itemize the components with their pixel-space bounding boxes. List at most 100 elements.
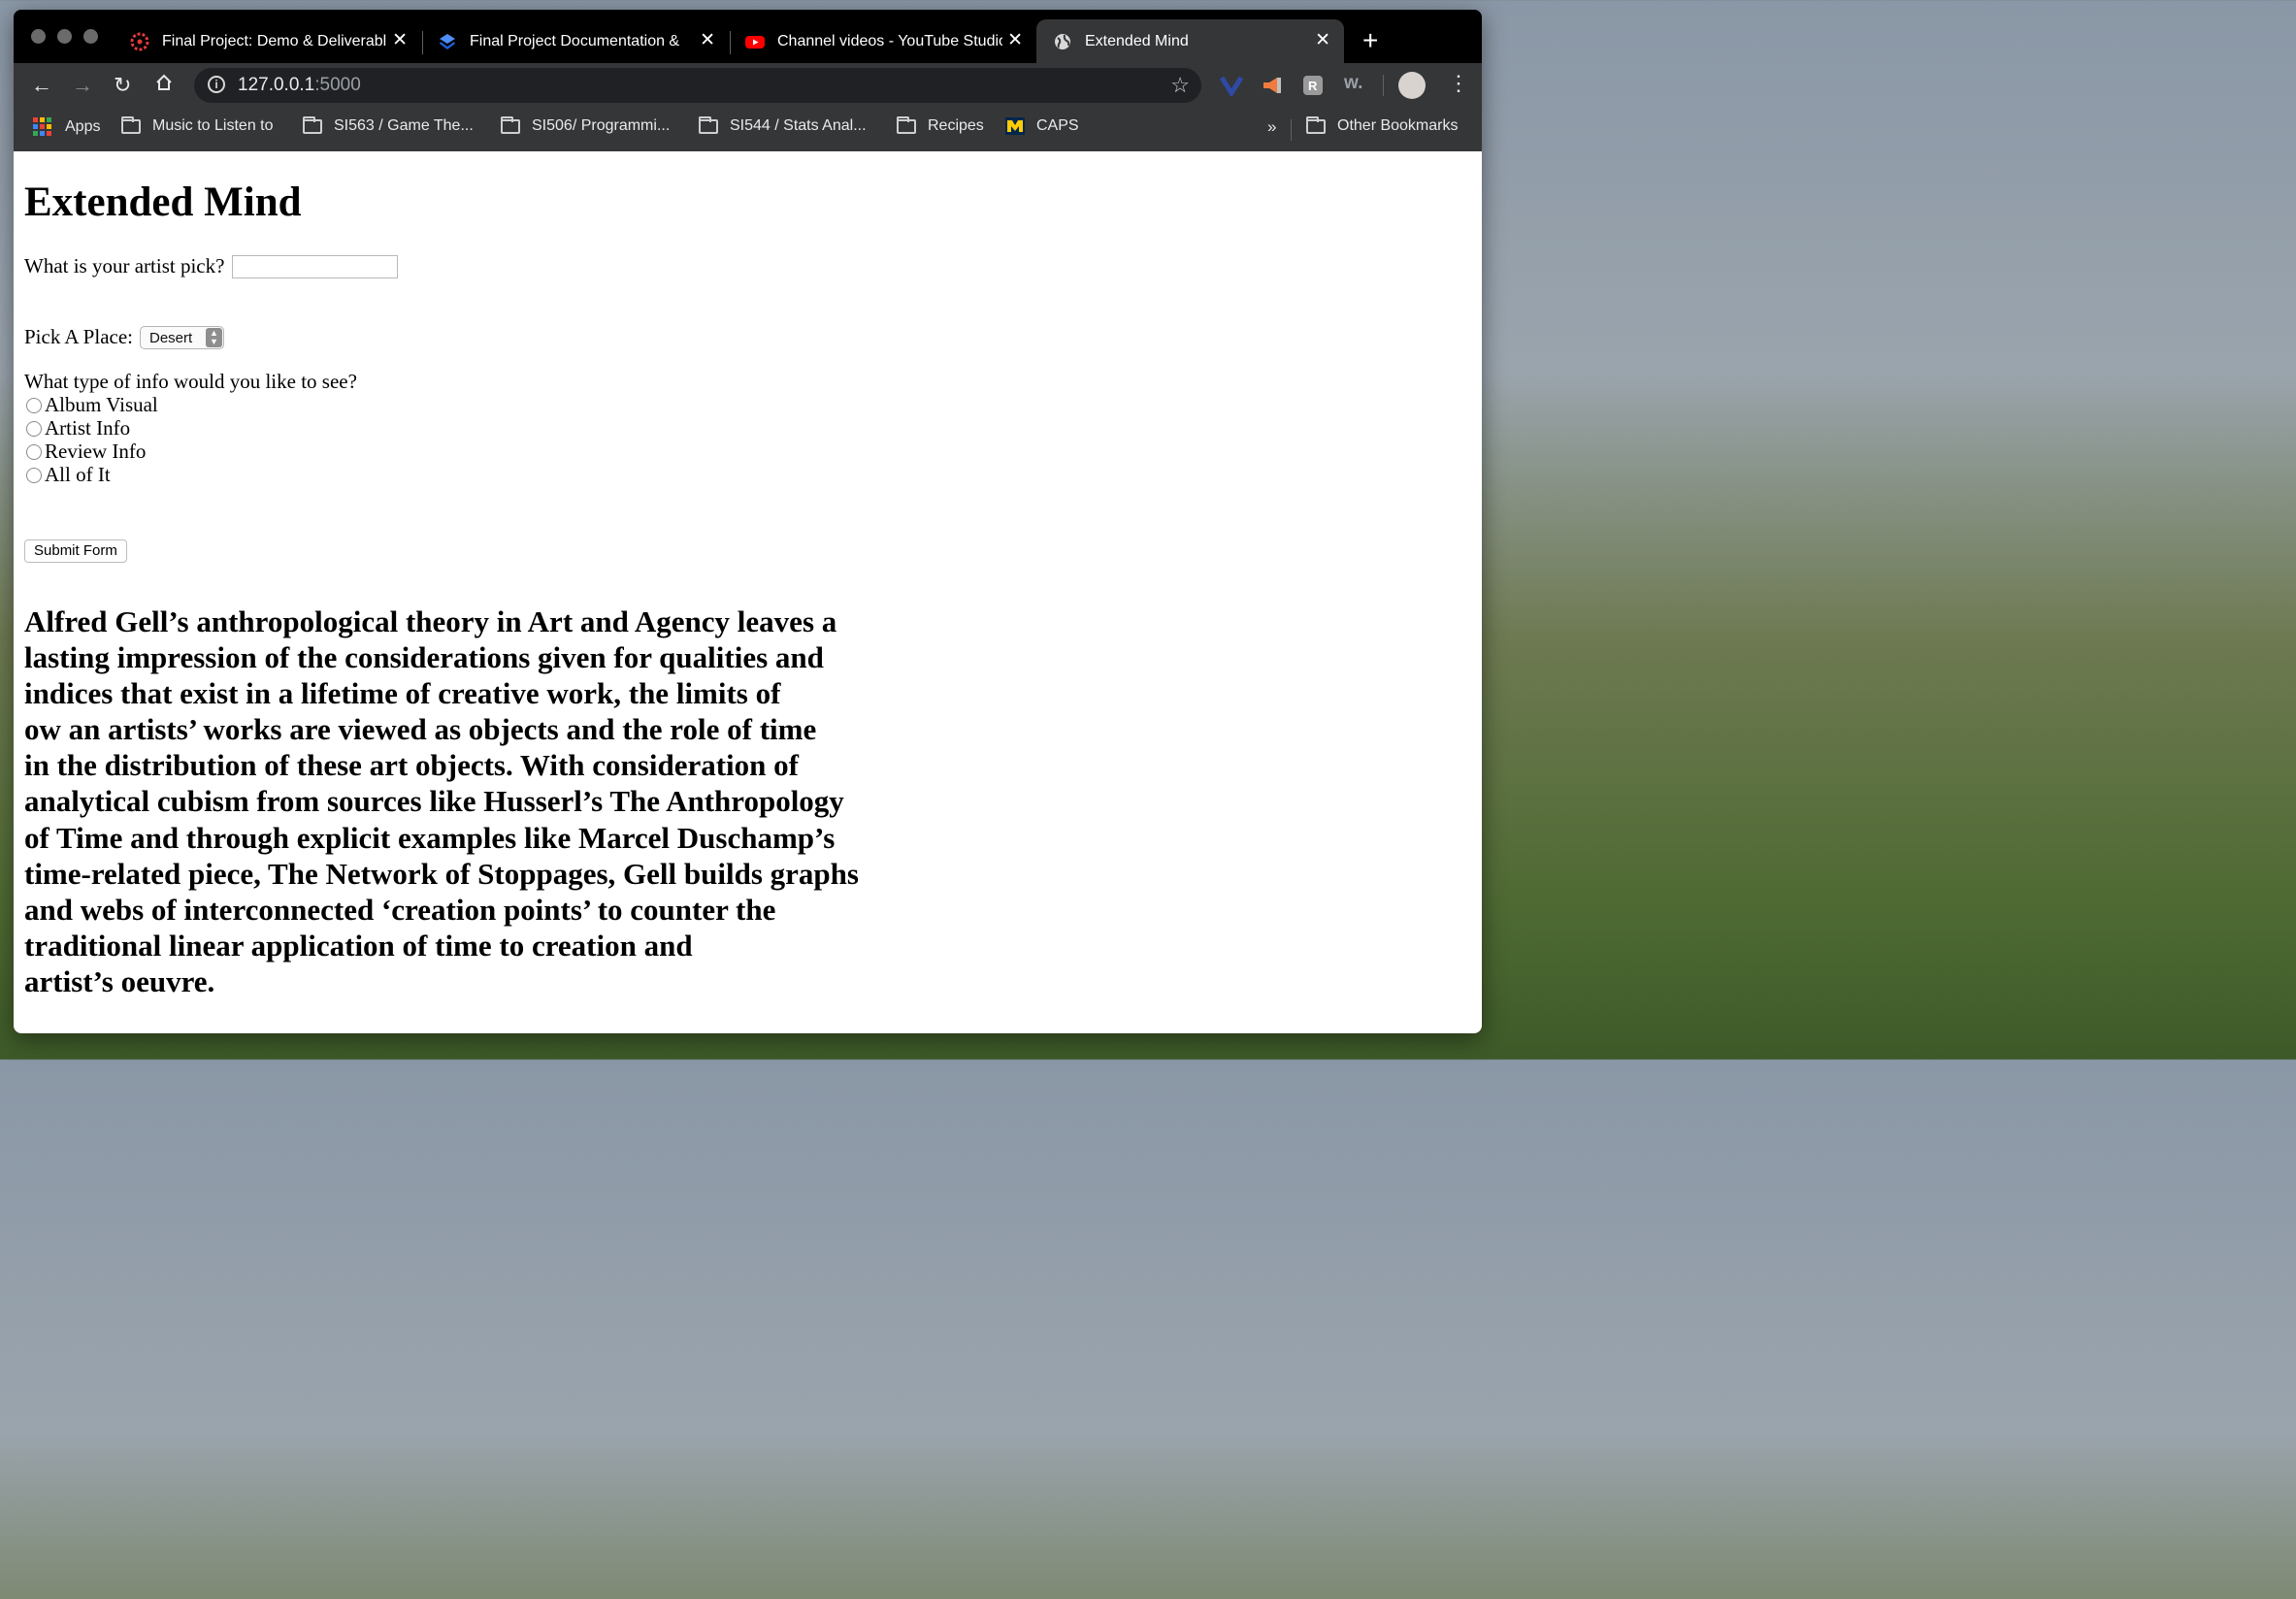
radio-label: Review Info [45,440,147,463]
essay-line: Alfred Gell’s anthropological theory in … [24,604,837,638]
bookmark-label: Recipes [928,117,984,134]
bookmark-label: Apps [65,117,101,135]
tab-extended-mind[interactable]: Extended Mind ✕ [1036,19,1344,63]
bookmark-label: CAPS [1036,117,1079,134]
zoom-window-button[interactable] [83,29,98,44]
essay-line: time-related piece, The Network of Stopp… [24,856,859,891]
toolbar-divider [1383,75,1384,96]
essay-line: traditional linear application of time t… [24,928,693,963]
bookmark-si544[interactable]: SI544 / Stats Anal... [699,115,867,135]
bookmark-label: Music to Listen to [152,117,274,134]
extension-w-icon[interactable]: w. [1344,74,1362,92]
bookmark-recipes[interactable]: Recipes [897,115,984,135]
place-label: Pick A Place: [24,325,133,348]
folder-icon [501,115,520,134]
bookmark-si563[interactable]: SI563 / Game The... [303,115,474,135]
close-window-button[interactable] [31,29,46,44]
tab-title: Extended Mind [1085,32,1189,49]
bookmark-star-icon[interactable]: ☆ [1170,73,1190,98]
browser-toolbar: ← → ↻ i 127.0.0.1:5000 ☆ R w. ⋮ [14,63,1482,108]
extension-megaphone-icon[interactable] [1261,75,1284,101]
bookmark-other-bookmarks[interactable]: Other Bookmarks [1306,115,1459,135]
bookmark-music[interactable]: Music to Listen to [121,115,274,135]
select-stepper-icon: ▲ ▼ [206,328,222,347]
back-arrow-icon[interactable]: ← [31,73,52,98]
profile-avatar[interactable] [1398,72,1426,99]
radio-option-artist-info[interactable]: Artist Info [26,416,130,441]
canvas-icon [129,31,150,52]
browser-window: Final Project: Demo & Deliverabl ✕ Final… [14,10,1482,1033]
home-icon[interactable] [154,73,174,98]
reload-icon[interactable]: ↻ [114,73,131,98]
bookmark-apps[interactable]: Apps [33,117,100,136]
tab-youtube-studio[interactable]: Channel videos - YouTube Studio ✕ [729,19,1036,63]
globe-icon [1052,31,1073,52]
minimize-window-button[interactable] [57,29,72,44]
bookmark-label: SI544 / Stats Anal... [730,117,867,134]
radio-label: All of It [45,463,111,486]
tab-title: Final Project: Demo & Deliverabl [162,32,387,49]
submit-form-button[interactable]: Submit Form [24,539,127,563]
place-selected-value: Desert [149,330,193,346]
essay-text: Alfred Gell’s anthropological theory in … [24,604,898,999]
close-tab-icon[interactable]: ✕ [392,31,408,50]
tab-title: Channel videos - YouTube Studio [777,32,1002,49]
bookmark-si506[interactable]: SI506/ Programmi... [501,115,671,135]
bookmarks-bar: Apps Music to Listen to SI563 / Game The… [14,108,1482,152]
close-tab-icon[interactable]: ✕ [700,31,715,50]
radio-option-all-of-it[interactable]: All of It [26,463,111,487]
radio-option-album-visual[interactable]: Album Visual [26,393,158,417]
forward-arrow-icon[interactable]: → [72,73,93,98]
artist-input[interactable] [232,255,398,278]
svg-text:R: R [1308,79,1318,93]
site-info-icon[interactable]: i [208,76,225,93]
folder-icon [897,115,916,134]
extension-v-icon[interactable] [1219,75,1244,101]
bookmark-label: SI563 / Game The... [334,117,474,134]
folder-icon [121,115,141,134]
essay-line: in the distribution of these art objects… [24,748,799,783]
radio-button[interactable] [26,467,42,483]
bookmarks-overflow-button[interactable]: » [1267,117,1276,137]
close-tab-icon[interactable]: ✕ [1007,31,1023,50]
radio-button[interactable] [26,420,42,437]
folder-icon [1306,115,1326,134]
radio-button[interactable] [26,443,42,460]
essay-line: analytical cubism from sources like Huss… [24,784,844,819]
address-url: 127.0.0.1:5000 [238,75,361,95]
essay-line: of Time and through explicit examples li… [24,820,836,855]
bookmarks-divider [1291,119,1292,141]
essay-line: and webs of interconnected ‘creation poi… [24,892,776,927]
tab-final-project-documentation[interactable]: Final Project Documentation & ✕ [421,19,729,63]
page-title: Extended Mind [24,179,302,225]
radio-label: Artist Info [45,416,131,440]
youtube-icon [744,31,766,52]
radio-option-review-info[interactable]: Review Info [26,440,146,464]
essay-line: ow an artists’ works are viewed as objec… [24,712,817,747]
tab-final-project-demo[interactable]: Final Project: Demo & Deliverabl ✕ [114,19,421,63]
tab-strip: Final Project: Demo & Deliverabl ✕ Final… [14,10,1482,63]
place-select[interactable]: Desert ▲ ▼ [140,326,224,349]
layers-icon [437,31,458,52]
bookmark-label: Other Bookmarks [1337,117,1459,134]
new-tab-icon[interactable]: + [1362,27,1378,54]
essay-line: indices that exist in a lifetime of crea… [24,676,781,711]
radio-label: Album Visual [45,393,158,416]
folder-icon [699,115,718,134]
michigan-m-icon [1005,117,1025,135]
page-content: Extended Mind What is your artist pick? … [14,151,1482,1033]
info-question-label: What type of info would you like to see? [24,370,357,393]
close-tab-icon[interactable]: ✕ [1315,31,1330,50]
bookmark-caps[interactable]: CAPS [1005,117,1079,135]
tab-title: Final Project Documentation & [470,32,680,49]
address-bar[interactable]: i 127.0.0.1:5000 ☆ [194,68,1201,103]
essay-line: artist’s oeuvre. [24,963,215,998]
extension-r-icon[interactable]: R [1302,75,1324,101]
apps-grid-icon [33,117,51,136]
menu-kebab-icon[interactable]: ⋮ [1448,71,1469,96]
folder-icon [303,115,322,134]
artist-question-label: What is your artist pick? [24,254,225,277]
bookmark-label: SI506/ Programmi... [532,117,671,134]
radio-button[interactable] [26,397,42,413]
essay-line: lasting impression of the considerations… [24,640,824,675]
